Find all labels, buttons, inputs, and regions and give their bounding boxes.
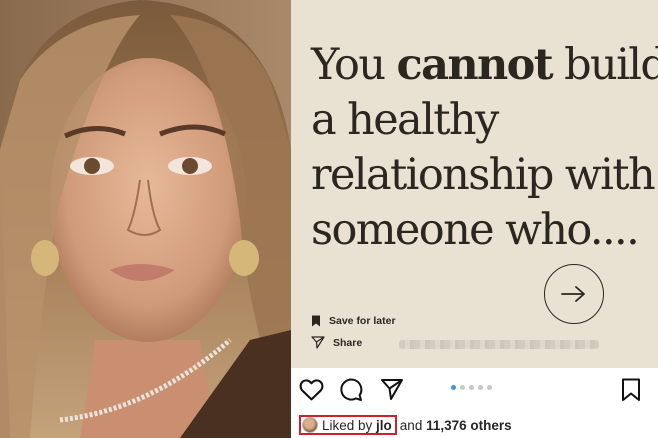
post-action-bar [291,368,658,412]
send-icon [381,379,403,400]
save-for-later-label: Save for later [329,315,396,327]
arrow-right-icon [561,286,585,302]
liked-by-highlight: Liked by jlo [299,415,397,435]
heart-icon [299,379,324,401]
blurred-url [399,340,599,349]
bookmark-small-icon [312,315,320,327]
quote-line-1: You cannot build [311,40,658,90]
quote-line-3: relationship with [311,150,656,200]
save-post-button[interactable] [621,378,641,407]
likes-summary[interactable]: Liked by jlo and 11,376 others [299,412,512,438]
carousel-dot [469,385,474,390]
quote-line-4: someone who.... [311,205,640,255]
comment-button[interactable] [339,378,363,407]
carousel-dot [460,385,465,390]
likes-count-text[interactable]: and 11,376 others [400,418,512,433]
comment-icon [340,378,363,401]
liked-by-text: Liked by jlo [322,417,392,433]
portrait-image [0,0,291,438]
carousel-dot [478,385,483,390]
carousel-dot [451,385,456,390]
quote-card[interactable]: You cannot build a healthy relationship … [291,0,658,368]
share-row[interactable]: Share [311,336,362,349]
avatar[interactable] [302,417,318,433]
quote-line-2: a healthy [311,95,499,145]
carousel-indicator [451,385,492,390]
next-arrow-button[interactable] [544,264,604,324]
post-photo[interactable] [0,0,291,438]
quote-text: You cannot build a healthy relationship … [311,38,658,258]
save-for-later-row[interactable]: Save for later [311,315,396,327]
share-label: Share [333,336,363,349]
send-button[interactable] [380,378,404,406]
liker-username[interactable]: jlo [376,418,392,433]
bookmark-icon [622,378,640,401]
share-icon [311,336,325,349]
carousel-dot [487,385,492,390]
like-button[interactable] [299,378,324,406]
